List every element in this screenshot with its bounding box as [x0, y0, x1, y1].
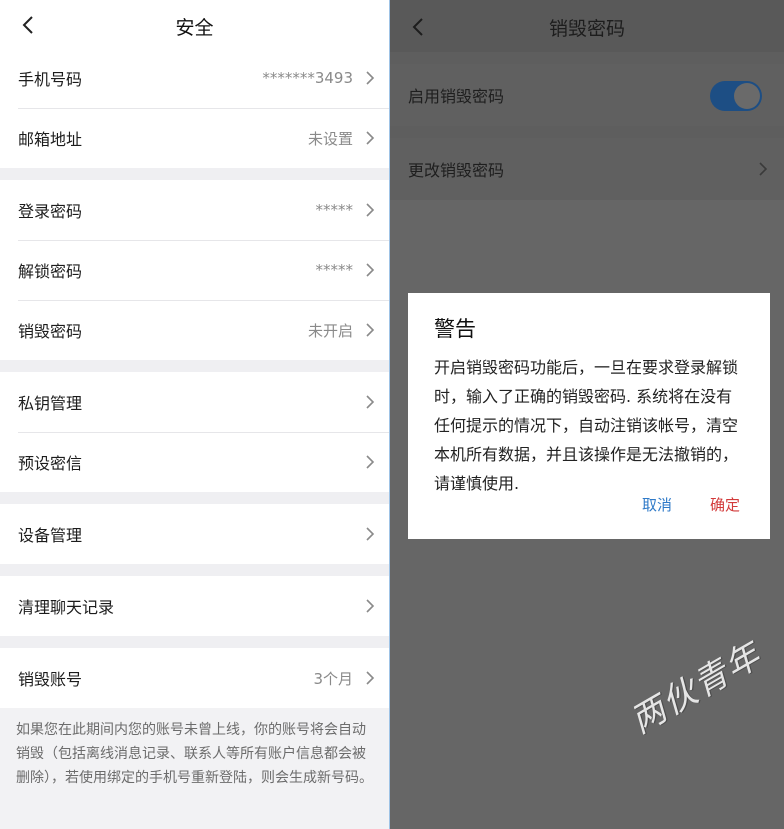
- row-label: 启用销毁密码: [408, 87, 505, 106]
- settings-row-login-password[interactable]: 登录密码 *****: [0, 180, 389, 240]
- change-destroy-password-row[interactable]: 更改销毁密码: [390, 138, 784, 200]
- section-divider: [0, 492, 389, 504]
- settings-row-destroy-account[interactable]: 销毁账号 3个月: [0, 648, 389, 708]
- section-divider: [0, 564, 389, 576]
- chevron-right-icon: [366, 203, 375, 217]
- chevron-right-icon: [366, 599, 375, 613]
- settings-group-account: 销毁账号 3个月: [0, 648, 389, 708]
- row-label: 销毁账号: [18, 670, 83, 689]
- chevron-right-icon: [759, 162, 768, 176]
- section-divider: [0, 168, 389, 180]
- settings-row-clear-chat[interactable]: 清理聊天记录: [0, 576, 389, 636]
- dialog-title: 警告: [434, 317, 476, 341]
- destroy-account-note: 如果您在此期间内您的账号未曾上线，你的账号将会自动销毁（包括离线消息记录、联系人…: [16, 722, 373, 786]
- row-label: 邮箱地址: [18, 130, 83, 149]
- dialog-actions: 取消 确定: [642, 494, 740, 515]
- enable-destroy-password-row: 启用销毁密码: [390, 64, 784, 126]
- security-header: 安全: [0, 0, 389, 48]
- page-title: 销毁密码: [548, 18, 625, 40]
- section-divider: [390, 52, 784, 64]
- settings-group-keys: 私钥管理 预设密信: [0, 372, 389, 492]
- settings-group-contact: 手机号码 *******3493 邮箱地址 未设置: [0, 48, 389, 168]
- settings-row-device-management[interactable]: 设备管理: [0, 504, 389, 564]
- destroy-password-header: 销毁密码: [390, 0, 784, 52]
- settings-group-chat: 清理聊天记录: [0, 576, 389, 636]
- section-divider: [0, 360, 389, 372]
- settings-row-email[interactable]: 邮箱地址 未设置: [0, 108, 389, 168]
- settings-row-private-key[interactable]: 私钥管理: [0, 372, 389, 432]
- chevron-right-icon: [366, 671, 375, 685]
- chevron-right-icon: [366, 131, 375, 145]
- security-settings-screen: 安全 手机号码 *******3493 邮箱地址 未设置 登录密码 ***** …: [0, 0, 390, 829]
- chevron-right-icon: [366, 455, 375, 469]
- row-label: 登录密码: [18, 202, 83, 221]
- section-divider: [390, 126, 784, 138]
- row-value: 未开启: [307, 321, 353, 340]
- row-label: 清理聊天记录: [18, 598, 115, 617]
- row-label: 更改销毁密码: [408, 161, 505, 180]
- row-value: 3个月: [313, 669, 353, 688]
- chevron-right-icon: [366, 323, 375, 337]
- settings-row-destroy-password[interactable]: 销毁密码 未开启: [0, 300, 389, 360]
- dialog-message: 开启销毁密码功能后，一旦在要求登录解锁时，输入了正确的销毁密码. 系统将在没有任…: [434, 358, 739, 493]
- toggle-knob: [734, 83, 760, 109]
- settings-group-devices: 设备管理: [0, 504, 389, 564]
- chevron-right-icon: [366, 527, 375, 541]
- row-value: *******3493: [262, 69, 353, 87]
- warning-dialog: 警告 开启销毁密码功能后，一旦在要求登录解锁时，输入了正确的销毁密码. 系统将在…: [408, 293, 770, 539]
- page-title: 安全: [175, 17, 214, 39]
- row-value: *****: [315, 201, 354, 219]
- row-label: 设备管理: [18, 526, 83, 545]
- row-label: 预设密信: [18, 454, 83, 473]
- row-value: *****: [315, 261, 354, 279]
- settings-group-passwords: 登录密码 ***** 解锁密码 ***** 销毁密码 未开启: [0, 180, 389, 360]
- chevron-right-icon: [366, 71, 375, 85]
- enable-destroy-password-toggle[interactable]: [710, 81, 762, 111]
- chevron-right-icon: [366, 263, 375, 277]
- section-divider: [0, 636, 389, 648]
- chevron-right-icon: [366, 395, 375, 409]
- confirm-button[interactable]: 确定: [710, 494, 740, 515]
- row-value: 未设置: [307, 129, 353, 148]
- row-label: 解锁密码: [18, 262, 83, 281]
- row-label: 私钥管理: [18, 394, 83, 413]
- settings-row-preset-message[interactable]: 预设密信: [0, 432, 389, 492]
- row-label: 销毁密码: [18, 322, 83, 341]
- cancel-button[interactable]: 取消: [642, 494, 672, 515]
- row-label: 手机号码: [18, 70, 83, 89]
- settings-row-unlock-password[interactable]: 解锁密码 *****: [0, 240, 389, 300]
- settings-row-phone[interactable]: 手机号码 *******3493: [0, 48, 389, 108]
